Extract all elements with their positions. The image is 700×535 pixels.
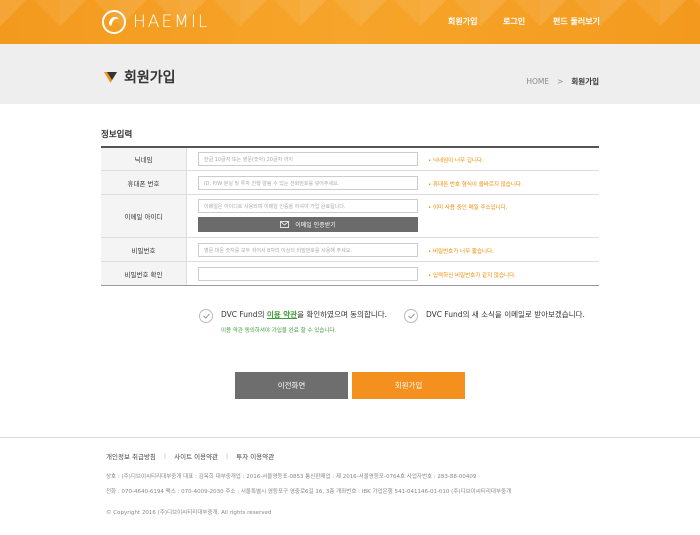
signup-button[interactable]: 회원가입 [352, 372, 465, 399]
title-marker-icon [104, 72, 117, 83]
terms-agreement[interactable]: DVC Fund의 이용 약관을 확인하였으며 동의합니다. 이용 약관 동의하… [199, 309, 387, 334]
footer-separator: | [226, 452, 229, 460]
terms-checkbox[interactable] [199, 309, 213, 323]
form-row-password-confirm: 비밀번호 확인 • 입력하신 비밀번호가 같지 않습니다. [101, 262, 599, 286]
field-cell: 이메일은 아이디로 사용되며 이메일 인증을 하셔야 가입 완료됩니다. • 이… [187, 195, 599, 237]
field-cell: ID, P/W 분실 및 투자 진행 알림 수 있는 전화번호를 넣어주세요. … [187, 171, 599, 194]
prev-button[interactable]: 이전화면 [235, 372, 348, 399]
page-title: 회원가입 [124, 70, 176, 86]
field-label: 닉네임 [101, 148, 187, 170]
nav-item-signup[interactable]: 회원가입 [448, 16, 477, 27]
phone-hint: • 휴대폰 번호 형식이 올바르지 않습니다. [428, 182, 523, 188]
form-row-phone: 휴대폰 번호 ID, P/W 분실 및 투자 진행 알림 수 있는 전화번호를 … [101, 171, 599, 195]
email-verify-label: 이메일 인증받기 [295, 222, 336, 229]
footer-company-info: 상호 : (주)디브이씨티리대부중개 대표 : 김옥희 대부중개업 : 2016… [106, 474, 477, 480]
terms-link[interactable]: 이용 약관 [267, 310, 297, 319]
form-row-email: 이메일 아이디 이메일은 아이디로 사용되며 이메일 인증을 하셔야 가입 완료… [101, 195, 599, 238]
nav-item-login[interactable]: 로그인 [503, 16, 525, 27]
terms-text: DVC Fund의 이용 약관을 확인하였으며 동의합니다. [221, 309, 387, 320]
form-row-password: 비밀번호 영문 대문 숫자를 모두 섞어서 8자리 이상의 비밀번호를 사용해 … [101, 238, 599, 262]
newsletter-agreement[interactable]: DVC Fund의 새 소식을 이메일로 받아보겠습니다. [404, 309, 585, 323]
footer-contact-info: 전화 : 070-4640-6194 팩스 : 070-4009-2030 주소… [106, 489, 512, 495]
breadcrumb-current: 회원가입 [571, 77, 599, 86]
field-cell: 영문 대문 숫자를 모두 섞어서 8자리 이상의 비밀번호를 사용해 주세요. … [187, 238, 599, 261]
breadcrumb-separator-icon: > [557, 77, 564, 86]
field-label: 비밀번호 확인 [101, 262, 187, 285]
top-header: HAEMIL 회원가입 로그인 펀드 둘러보기 [0, 0, 700, 44]
mail-icon [280, 221, 290, 228]
signup-form: 닉네임 한글 10글자 또는 영문(숫자) 20글자 까지 • 닉네임이 너무 … [101, 146, 599, 286]
terms-suffix: 을 확인하였으며 동의합니다. [297, 310, 388, 319]
check-icon [202, 313, 210, 319]
field-label: 비밀번호 [101, 238, 187, 261]
nickname-input[interactable]: 한글 10글자 또는 영문(숫자) 20글자 까지 [198, 152, 418, 166]
newsletter-text: DVC Fund의 새 소식을 이메일로 받아보겠습니다. [426, 310, 585, 319]
footer-link-invest-terms[interactable]: 투자 이용약관 [236, 451, 274, 461]
footer-link-privacy[interactable]: 개인정보 취급방침 [106, 451, 156, 461]
footer-link-site-terms[interactable]: 사이트 이용약관 [174, 451, 218, 461]
field-cell: • 입력하신 비밀번호가 같지 않습니다. [187, 262, 599, 285]
newsletter-checkbox[interactable] [404, 309, 418, 323]
nav-item-funds[interactable]: 펀드 둘러보기 [553, 16, 600, 27]
footer-copyright: © Copyright 2016 (주)디브이씨티리대부중개. All righ… [106, 510, 272, 516]
breadcrumb: HOME > 회원가입 [526, 76, 599, 87]
email-verify-button[interactable]: 이메일 인증받기 [198, 217, 418, 232]
footer-links: 개인정보 취급방침 | 사이트 이용약관 | 투자 이용약관 [106, 451, 274, 461]
password-confirm-input[interactable] [198, 267, 418, 281]
section-title: 정보입력 [101, 130, 133, 140]
terms-warning: 이용 약관 동의하셔야 가입을 완료 할 수 있습니다. [221, 328, 337, 334]
field-cell: 한글 10글자 또는 영문(숫자) 20글자 까지 • 닉네임이 너무 깁니다. [187, 148, 599, 170]
nickname-hint: • 닉네임이 너무 깁니다. [428, 158, 484, 164]
main-nav: 회원가입 로그인 펀드 둘러보기 [0, 16, 700, 30]
field-label: 휴대폰 번호 [101, 171, 187, 194]
footer-divider [0, 437, 700, 438]
email-input[interactable]: 이메일은 아이디로 사용되며 이메일 인증을 하셔야 가입 완료됩니다. [198, 199, 418, 213]
footer-separator: | [163, 452, 167, 460]
password-hint: • 비밀번호가 너무 짧습니다. [428, 249, 494, 255]
form-row-nickname: 닉네임 한글 10글자 또는 영문(숫자) 20글자 까지 • 닉네임이 너무 … [101, 148, 599, 171]
email-hint: • 이미 사용 중인 메일 주소입니다. [428, 205, 508, 211]
password-confirm-hint: • 입력하신 비밀번호가 같지 않습니다. [428, 273, 516, 279]
phone-input[interactable]: ID, P/W 분실 및 투자 진행 알림 수 있는 전화번호를 넣어주세요. [198, 176, 418, 190]
breadcrumb-home[interactable]: HOME [526, 77, 549, 86]
password-input[interactable]: 영문 대문 숫자를 모두 섞어서 8자리 이상의 비밀번호를 사용해 주세요. [198, 243, 418, 257]
field-label: 이메일 아이디 [101, 195, 187, 237]
terms-prefix: DVC Fund의 [221, 310, 267, 319]
check-icon [407, 313, 415, 319]
